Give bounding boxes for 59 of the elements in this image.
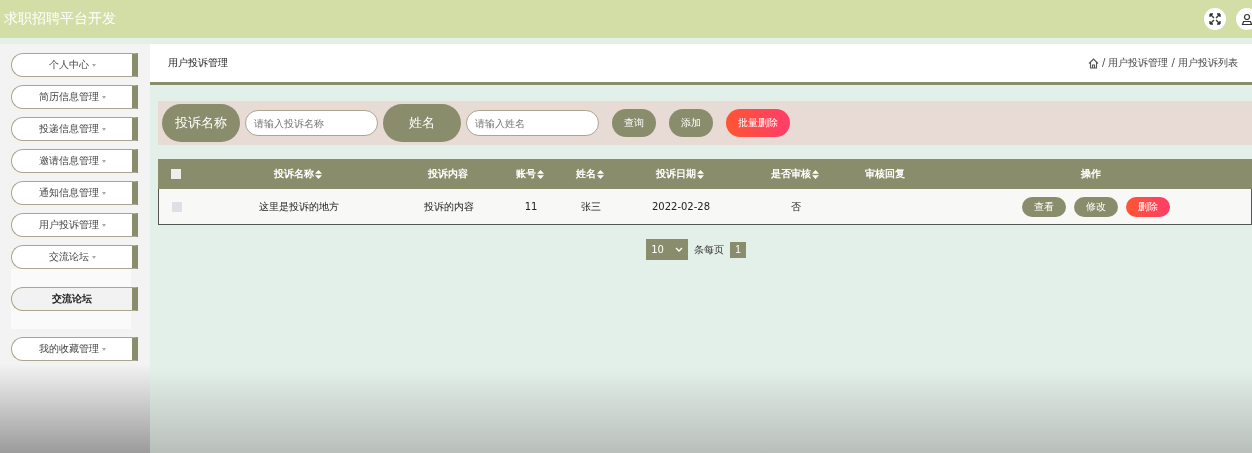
user-icon[interactable] — [1236, 8, 1252, 30]
column-header[interactable]: 投诉日期 — [656, 167, 704, 181]
row-action-button[interactable]: 删除 — [1126, 196, 1170, 217]
column-header: 投诉内容 — [427, 167, 468, 181]
page-size-label: 条每页 — [694, 242, 725, 257]
table-cell: 否 — [791, 199, 801, 214]
checkbox[interactable] — [172, 201, 182, 212]
column-header[interactable]: 投诉名称 — [273, 167, 322, 181]
menu-item[interactable]: 我的收藏管理 — [11, 337, 138, 361]
action-button[interactable]: 批量删除 — [726, 109, 790, 137]
home-icon[interactable] — [1087, 57, 1099, 69]
column-header[interactable]: 姓名 — [576, 167, 604, 181]
sort-icon[interactable] — [697, 169, 704, 179]
menu-item[interactable]: 交流论坛 — [11, 245, 138, 269]
search-label: 姓名 — [383, 104, 461, 142]
sort-icon[interactable] — [597, 169, 604, 179]
submenu-item[interactable]: 交流论坛 — [11, 287, 138, 311]
column-header[interactable]: 是否审核 — [771, 167, 819, 181]
breadcrumb-item[interactable]: / 用户投诉列表 — [1171, 56, 1238, 70]
menu-item[interactable]: 邀请信息管理 — [11, 149, 138, 173]
action-button[interactable]: 添加 — [669, 109, 713, 137]
table-cell: 张三 — [581, 199, 601, 214]
table-cell: 11 — [524, 201, 538, 212]
caret-icon — [101, 95, 106, 99]
caret-icon — [101, 191, 106, 195]
menu-item[interactable]: 通知信息管理 — [11, 181, 138, 205]
app-title: 求职招聘平台开发 — [4, 10, 116, 28]
column-header: 审核回复 — [865, 167, 905, 181]
column-header[interactable]: 账号 — [516, 167, 544, 181]
column-header: 操作 — [1081, 167, 1101, 181]
caret-icon — [101, 159, 106, 163]
page-size-select[interactable]: 10 — [646, 239, 689, 260]
menu-item[interactable]: 简历信息管理 — [11, 85, 138, 109]
action-button[interactable]: 查询 — [612, 109, 656, 137]
caret-icon — [101, 223, 106, 227]
row-action-button[interactable]: 查看 — [1022, 196, 1066, 217]
sort-icon[interactable] — [314, 169, 322, 179]
search-label: 投诉名称 — [162, 104, 240, 142]
page-title: 用户投诉管理 — [168, 56, 228, 70]
menu-item[interactable]: 投递信息管理 — [11, 117, 138, 141]
caret-icon — [101, 127, 106, 131]
table-cell: 2022-02-28 — [651, 201, 711, 212]
menu-item[interactable]: 个人中心 — [11, 53, 138, 77]
breadcrumb-item[interactable]: / 用户投诉管理 — [1101, 56, 1169, 70]
fullscreen-icon[interactable] — [1204, 8, 1226, 30]
caret-icon — [91, 255, 96, 259]
page-button[interactable]: 1 — [730, 241, 746, 258]
search-field[interactable]: 请输入姓名 — [466, 110, 599, 136]
caret-icon — [101, 347, 106, 351]
table-cell: 这里是投诉的地方 — [258, 199, 339, 214]
caret-icon — [91, 63, 96, 67]
menu-item[interactable]: 用户投诉管理 — [11, 213, 138, 237]
search-field[interactable]: 请输入投诉名称 — [245, 110, 378, 136]
table-cell: 投诉的内容 — [423, 199, 474, 214]
sort-icon[interactable] — [537, 169, 544, 179]
sort-icon[interactable] — [812, 169, 819, 179]
checkbox[interactable] — [171, 169, 181, 179]
chevron-down-icon — [675, 246, 684, 253]
row-action-button[interactable]: 修改 — [1074, 196, 1118, 217]
